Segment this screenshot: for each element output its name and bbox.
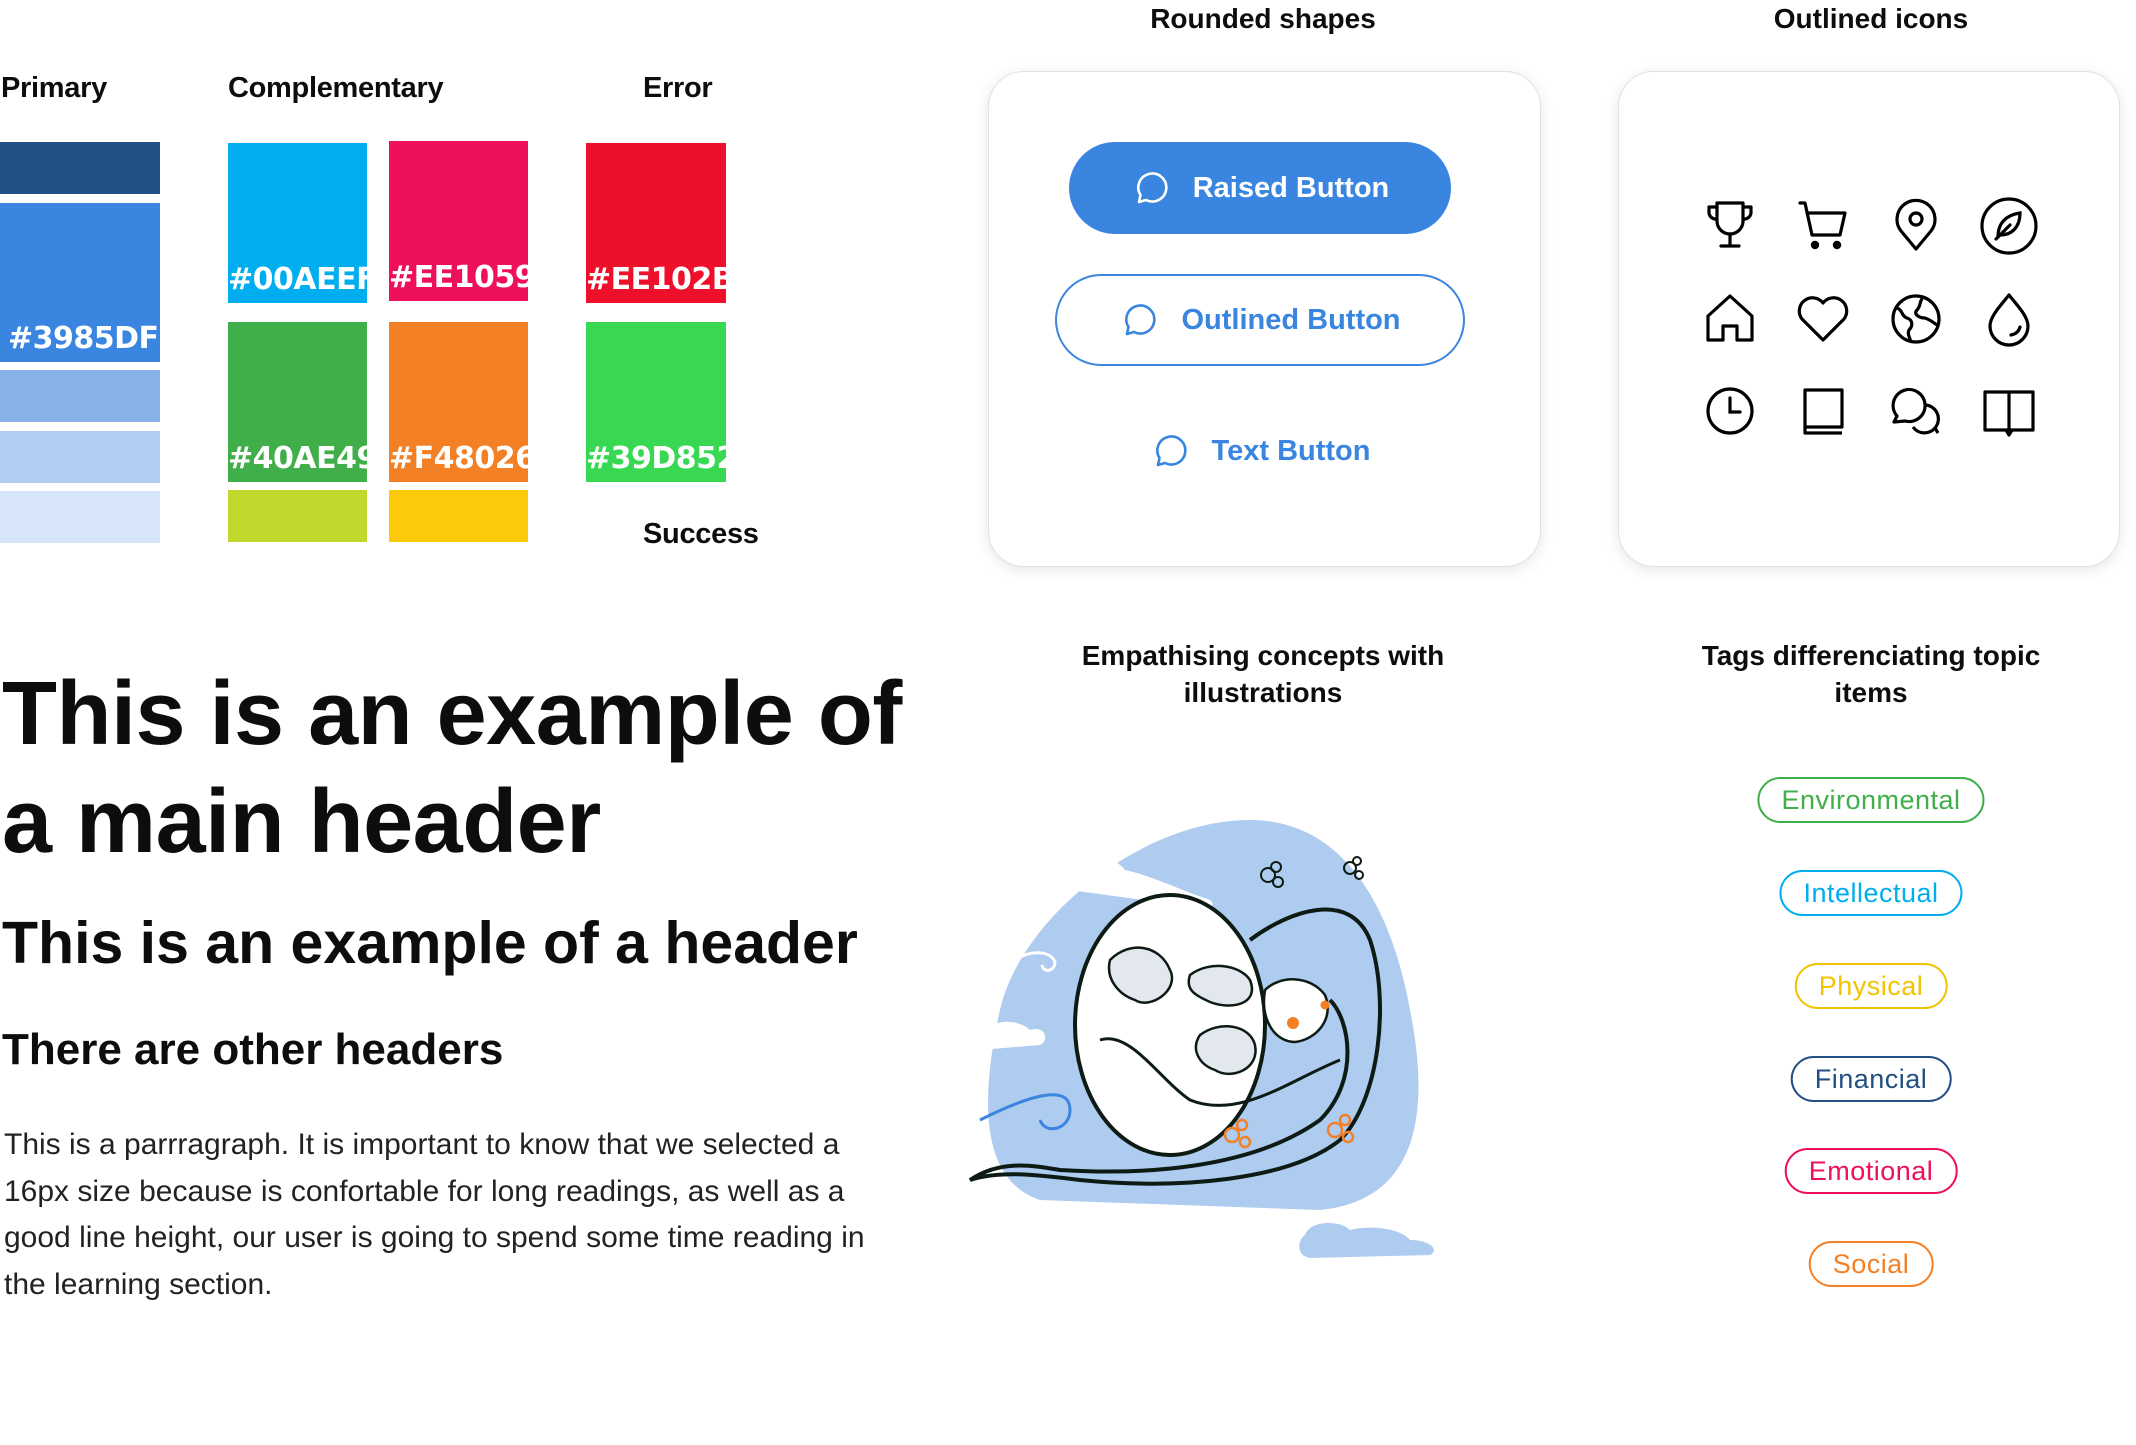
chat-bubble-icon <box>1125 304 1157 336</box>
tag-social[interactable]: Social <box>1808 1241 1934 1287</box>
text-button[interactable]: Text Button <box>1085 405 1435 497</box>
earth-hug-illustration <box>968 820 1434 1258</box>
leaf-circle-icon <box>1976 193 2042 259</box>
location-pin-icon <box>1883 193 1949 259</box>
complementary-swatch-cyan: #00AEEF <box>228 143 377 303</box>
primary-swatch-main: #3985DF <box>0 203 160 362</box>
subheader: There are other headers <box>2 1025 504 1074</box>
complementary-swatch-pink: #EE1059 <box>389 141 536 301</box>
orange-hex: #F48026 <box>389 441 536 476</box>
primary-swatch-dark <box>0 142 160 194</box>
primary-swatch-light1 <box>0 370 160 422</box>
primary-swatch-light3 <box>0 491 160 543</box>
heart-icon <box>1790 286 1856 352</box>
success-swatch: #39D852 <box>586 322 737 482</box>
rounded-shapes-title: Rounded shapes <box>1150 3 1376 34</box>
text-button-label: Text Button <box>1211 434 1371 467</box>
paragraph: This is a parrragraph. It is important t… <box>4 1128 865 1301</box>
cloud-bottom <box>1299 1223 1434 1258</box>
cheek-right <box>1320 1000 1330 1010</box>
tag-physical[interactable]: Physical <box>1794 963 1948 1009</box>
trophy-icon <box>1697 193 1763 259</box>
complementary-label: Complementary <box>228 72 444 104</box>
tag-financial[interactable]: Financial <box>1790 1056 1952 1102</box>
cheek-left <box>1287 1017 1299 1029</box>
raised-button-label: Raised Button <box>1192 171 1390 204</box>
primary-label: Primary <box>1 72 107 104</box>
open-book-icon <box>1976 378 2042 444</box>
complementary-swatch-lime <box>228 490 367 542</box>
home-icon <box>1697 286 1763 352</box>
face <box>1262 978 1329 1044</box>
cyan-hex: #00AEEF <box>228 262 377 297</box>
pink-hex: #EE1059 <box>389 260 536 295</box>
complementary-swatch-yellow <box>389 490 528 542</box>
error-swatch: #EE102B <box>586 143 735 303</box>
success-hex: #39D852 <box>586 441 737 476</box>
complementary-swatch-orange: #F48026 <box>389 322 536 482</box>
drop-icon <box>1976 286 2042 352</box>
tags-title: Tags differenciating topic items <box>1701 640 2041 708</box>
outlined-button-label: Outlined Button <box>1181 303 1401 336</box>
primary-hex: #3985DF <box>8 321 159 356</box>
clock-icon <box>1697 378 1763 444</box>
illustration-title: Empathising concepts with illustrations <box>1081 640 1445 708</box>
cart-icon <box>1790 193 1856 259</box>
chat-bubbles-icon <box>1883 378 1949 444</box>
success-label: Success <box>643 518 759 550</box>
chat-bubble-icon <box>1136 172 1168 204</box>
header: This is an example of a header <box>2 910 858 976</box>
error-label: Error <box>643 72 713 104</box>
outlined-button[interactable]: Outlined Button <box>1055 274 1465 366</box>
error-hex: #EE102B <box>586 262 735 297</box>
tag-emotional[interactable]: Emotional <box>1784 1148 1958 1194</box>
outlined-icons-title: Outlined icons <box>1773 3 1969 34</box>
globe-icon <box>1883 286 1949 352</box>
chat-bubble-icon <box>1155 435 1187 467</box>
main-header: This is an example of a main header <box>2 664 902 872</box>
green-hex: #40AE49 <box>228 441 377 476</box>
raised-button[interactable]: Raised Button <box>1069 142 1451 234</box>
rounded-shapes-card: Raised Button Outlined Button Text Butto… <box>988 71 1541 567</box>
tag-intellectual[interactable]: Intellectual <box>1779 870 1963 916</box>
outlined-icons-card <box>1618 71 2120 567</box>
tag-environmental[interactable]: Environmental <box>1757 777 1985 823</box>
complementary-swatch-green: #40AE49 <box>228 322 377 482</box>
earth <box>1073 893 1267 1157</box>
book-icon <box>1790 378 1856 444</box>
primary-swatch-light2 <box>0 431 160 483</box>
